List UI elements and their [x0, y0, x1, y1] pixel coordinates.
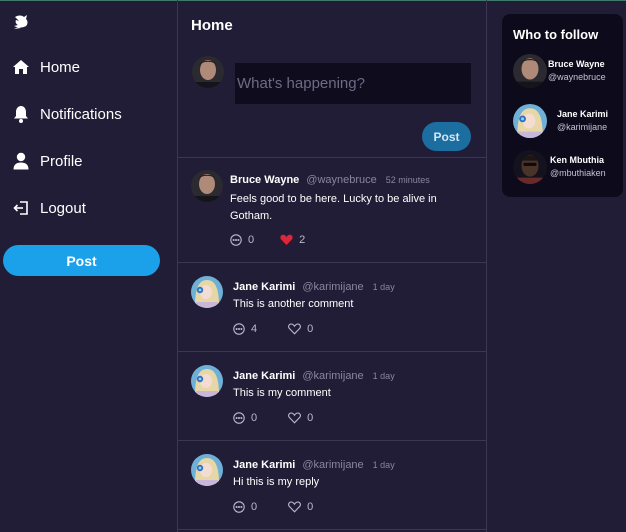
sidebar-post-button[interactable]: Post	[3, 245, 160, 276]
like-button[interactable]: 2	[280, 234, 305, 246]
post-text: This is my comment	[233, 387, 331, 399]
follow-name: Bruce Wayne	[548, 59, 605, 69]
post-author-handle: @karimijane	[302, 459, 364, 471]
comment-count: 0	[251, 412, 258, 424]
heart-outline-icon	[288, 412, 302, 424]
compose-post-button[interactable]: Post	[422, 122, 471, 151]
post-text: This is another comment	[233, 298, 354, 310]
follow-handle: @mbuthiaken	[550, 168, 606, 178]
nav-item-logout[interactable]: Logout	[12, 196, 86, 220]
feed-post[interactable]: Jane Karimi @karimijane 1 day This is an…	[178, 263, 486, 351]
nav-item-label: Notifications	[40, 105, 122, 123]
main-feed: Home Post Bruce Wayne @waynebruce 52 min…	[177, 0, 487, 532]
follow-name: Ken Mbuthia	[550, 155, 604, 165]
avatar	[513, 150, 547, 184]
avatar	[192, 56, 224, 88]
comment-button[interactable]: 0	[233, 412, 257, 424]
heart-filled-icon	[280, 234, 293, 245]
post-author-name[interactable]: Bruce Wayne	[230, 174, 299, 186]
heart-outline-icon	[288, 501, 302, 513]
avatar	[191, 170, 223, 202]
follow-name: Jane Karimi	[557, 109, 609, 119]
like-count: 0	[307, 501, 314, 513]
avatar	[191, 454, 223, 486]
bird-logo-icon[interactable]	[12, 14, 32, 30]
divider	[178, 529, 486, 530]
like-count: 0	[307, 412, 314, 424]
like-count: 2	[299, 234, 306, 246]
nav-item-label: Profile	[40, 152, 83, 170]
post-author-name[interactable]: Jane Karimi	[233, 459, 295, 471]
comment-icon	[230, 234, 242, 246]
comment-button[interactable]: 0	[230, 234, 254, 246]
post-text: Feels good to be here. Lucky to be alive…	[230, 193, 437, 222]
who-to-follow-panel: Who to follow Bruce Wayne @waynebruce Ja…	[502, 14, 623, 197]
post-author-name[interactable]: Jane Karimi	[233, 370, 295, 382]
nav-item-notifications[interactable]: Notifications	[12, 102, 122, 126]
comment-icon	[233, 323, 245, 335]
feed-post[interactable]: Bruce Wayne @waynebruce 52 minutes Feels…	[178, 158, 486, 262]
post-timestamp: 52 minutes	[385, 175, 430, 185]
avatar	[191, 365, 223, 397]
page-title: Home	[191, 17, 233, 34]
nav-item-profile[interactable]: Profile	[12, 149, 83, 173]
post-timestamp: 1 day	[372, 460, 395, 470]
compose-input[interactable]	[235, 63, 471, 104]
nav-item-home[interactable]: Home	[12, 55, 80, 79]
post-author-handle: @waynebruce	[306, 174, 377, 186]
like-count: 0	[307, 323, 314, 335]
follow-handle: @waynebruce	[548, 72, 606, 82]
nav-item-label: Logout	[40, 199, 86, 217]
like-button[interactable]: 0	[288, 501, 313, 513]
heart-outline-icon	[288, 323, 302, 335]
bell-icon	[12, 105, 30, 123]
comment-count: 0	[251, 501, 258, 513]
logout-icon	[12, 199, 30, 217]
follow-suggestion[interactable]: Ken Mbuthia @mbuthiaken	[513, 150, 623, 184]
who-to-follow-title: Who to follow	[513, 27, 599, 42]
avatar	[513, 54, 547, 88]
feed-post[interactable]: Jane Karimi @karimijane 1 day Hi this is…	[178, 441, 486, 529]
post-author-name[interactable]: Jane Karimi	[233, 281, 295, 293]
comment-button[interactable]: 0	[233, 501, 257, 513]
sidebar: Home Notifications Profile Logout Post	[0, 0, 178, 532]
post-timestamp: 1 day	[372, 282, 395, 292]
avatar	[513, 104, 547, 138]
post-text: Hi this is my reply	[233, 476, 320, 488]
comment-icon	[233, 501, 245, 513]
like-button[interactable]: 0	[288, 412, 313, 424]
follow-suggestion[interactable]: Bruce Wayne @waynebruce	[513, 54, 623, 88]
post-timestamp: 1 day	[372, 371, 395, 381]
post-author-handle: @karimijane	[302, 370, 364, 382]
like-button[interactable]: 0	[288, 323, 313, 335]
comment-count: 0	[248, 234, 255, 246]
comment-icon	[233, 412, 245, 424]
comment-button[interactable]: 4	[233, 323, 257, 335]
follow-handle: @karimijane	[557, 122, 608, 132]
avatar	[191, 276, 223, 308]
user-icon	[12, 152, 30, 170]
feed-post[interactable]: Jane Karimi @karimijane 1 day This is my…	[178, 352, 486, 440]
follow-suggestion[interactable]: Jane Karimi @karimijane	[513, 104, 623, 138]
post-author-handle: @karimijane	[302, 281, 364, 293]
nav-item-label: Home	[40, 58, 81, 76]
comment-count: 4	[251, 323, 258, 335]
home-icon	[12, 58, 30, 76]
